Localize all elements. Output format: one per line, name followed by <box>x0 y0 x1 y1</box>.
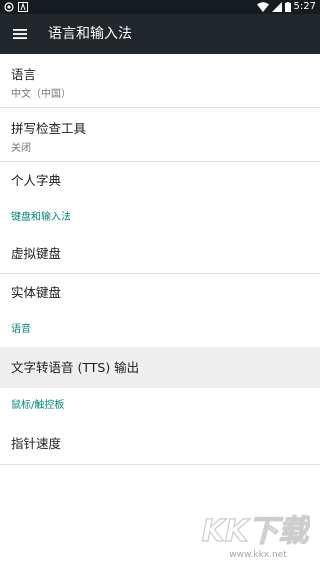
status-time: 5:27 <box>293 1 316 12</box>
physical-keyboard-item[interactable]: 实体键盘 <box>0 274 320 312</box>
app-notification-icon <box>18 2 28 12</box>
page-title: 语言和输入法 <box>48 26 132 42</box>
settings-list: 语言 中文（中国） 拼写检查工具 关闭 个人字典 键盘和输入法 虚拟键盘 实体键… <box>0 54 320 569</box>
personal-dictionary-title: 个人字典 <box>11 173 62 188</box>
kkx-watermark-logo: KK下载 www.kkx.net <box>201 513 310 560</box>
category-keyboard-header: 键盘和输入法 <box>11 212 71 223</box>
divider <box>0 464 320 465</box>
menu-button[interactable] <box>8 22 32 46</box>
watermark-url: www.kkx.net <box>229 550 287 560</box>
language-summary: 中文（中国） <box>11 89 71 100</box>
wifi-icon <box>256 2 269 12</box>
pointer-speed-item[interactable]: 指针速度 <box>0 423 320 464</box>
spell-checker-summary: 关闭 <box>11 143 31 154</box>
signal-icon <box>271 2 282 12</box>
battery-icon <box>284 2 291 12</box>
category-speech-header: 语音 <box>11 324 31 335</box>
physical-keyboard-title: 实体键盘 <box>11 285 62 300</box>
app-toolbar: 语言和输入法 <box>0 14 320 54</box>
virtual-keyboard-item[interactable]: 虚拟键盘 <box>0 235 320 273</box>
hamburger-menu-icon <box>13 29 27 39</box>
svg-text:www.kkx.net: www.kkx.net <box>229 550 287 560</box>
system-icons: 5:27 <box>256 0 316 14</box>
pointer-speed-title: 指针速度 <box>11 436 62 451</box>
status-bar: 5:27 <box>0 0 320 14</box>
personal-dictionary-item[interactable]: 个人字典 <box>0 162 320 200</box>
svg-text:KK下载: KK下载 <box>202 514 310 549</box>
spell-checker-title: 拼写检查工具 <box>11 121 87 136</box>
tts-output-item[interactable]: 文字转语音 (TTS) 输出 <box>0 347 320 388</box>
eye-icon <box>4 2 14 12</box>
category-mouse-header: 鼠标/触控板 <box>11 400 65 411</box>
language-item[interactable]: 语言 中文（中国） <box>0 54 320 107</box>
virtual-keyboard-title: 虚拟键盘 <box>11 246 62 261</box>
language-title: 语言 <box>11 67 37 82</box>
tts-output-title: 文字转语音 (TTS) 输出 <box>11 360 140 375</box>
notification-icons <box>4 2 28 12</box>
spell-checker-item[interactable]: 拼写检查工具 关闭 <box>0 108 320 161</box>
watermark-brand: KK下载 <box>201 513 310 549</box>
